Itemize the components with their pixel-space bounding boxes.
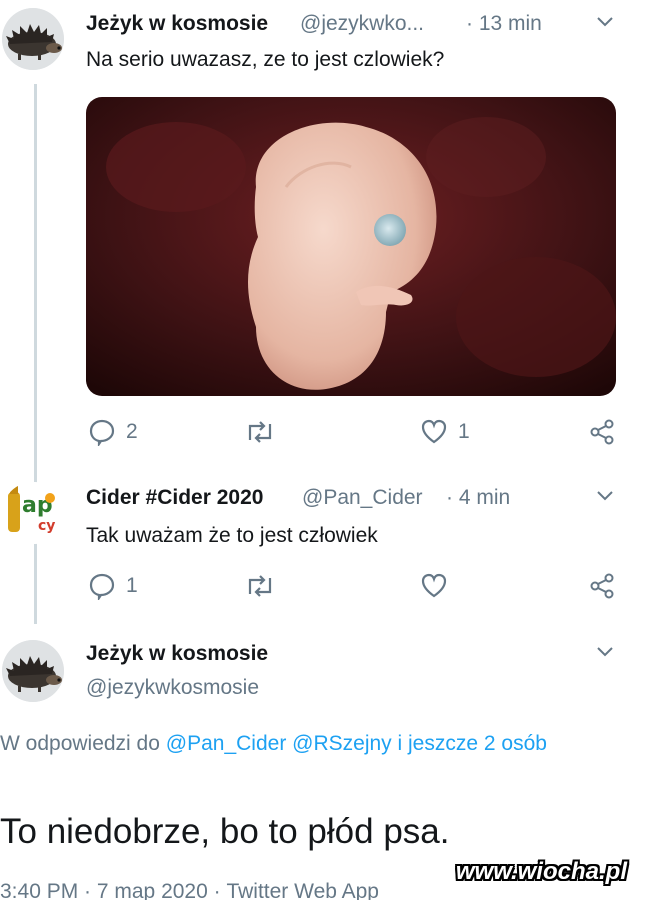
tweet-text: Tak uważam że to jest człowiek <box>86 524 378 547</box>
tweet-author-name[interactable]: Jeżyk w kosmosie <box>86 12 268 36</box>
chevron-down-icon[interactable] <box>596 490 614 502</box>
main-tweet-author-name[interactable]: Jeżyk w kosmosie <box>86 642 268 666</box>
chevron-down-icon[interactable] <box>596 646 614 658</box>
share-button[interactable] <box>588 572 616 600</box>
avatar-hedgehog[interactable] <box>2 8 64 70</box>
avatar-hedgehog[interactable] <box>2 640 64 702</box>
reply-button[interactable]: 1 <box>88 572 138 600</box>
svg-text:cy: cy <box>38 518 55 534</box>
like-button[interactable]: 1 <box>420 418 470 446</box>
reply-prefix: W odpowiedzi do <box>0 732 160 755</box>
reply-icon <box>89 419 115 446</box>
like-count: 1 <box>458 420 470 443</box>
embryo-photo[interactable] <box>86 97 616 396</box>
like-icon <box>421 573 447 598</box>
share-button[interactable] <box>588 418 616 446</box>
retweet-button[interactable] <box>244 572 286 600</box>
retweet-button[interactable] <box>244 418 286 446</box>
mention-link[interactable]: @Pan_Cider <box>166 732 287 755</box>
share-icon <box>590 573 614 599</box>
mention-link[interactable]: @RSzejny <box>292 732 392 755</box>
main-tweet-author-handle[interactable]: @jezykwkosmosie <box>86 676 259 700</box>
reply-count: 2 <box>126 420 138 443</box>
watermark: www.wiocha.pl <box>455 858 627 885</box>
avatar-cider[interactable]: ap cy <box>2 482 64 544</box>
tweet-author-name[interactable]: Cider #Cider 2020 <box>86 486 263 510</box>
tweet-meta: 3:40 PM · 7 maр 2020 · Twitter Web App <box>0 880 379 900</box>
main-tweet-text: To niedobrze, bo to płód psa. <box>0 812 450 851</box>
reply-count: 1 <box>126 574 138 597</box>
retweet-icon <box>248 575 272 597</box>
tweet-author-handle[interactable]: @Pan_Cider <box>302 486 423 510</box>
like-icon <box>421 419 447 444</box>
tweet-timestamp[interactable]: · 13 min <box>466 12 542 36</box>
chevron-down-icon[interactable] <box>596 16 614 28</box>
tweet-author-handle[interactable]: @jezykwko... <box>300 12 424 36</box>
like-button[interactable] <box>420 572 458 600</box>
reply-button[interactable]: 2 <box>88 418 138 446</box>
reply-to-line: W odpowiedzi do @Pan_Cider @RSzejny i je… <box>0 728 620 760</box>
tweet-timestamp[interactable]: · 4 min <box>446 486 510 510</box>
share-icon <box>590 419 614 445</box>
reply-icon <box>89 573 115 600</box>
tweet-text: Na serio uwazasz, ze to jest czlowiek? <box>86 48 445 71</box>
retweet-icon <box>248 421 272 443</box>
others-link[interactable]: i jeszcze 2 osób <box>398 732 547 755</box>
